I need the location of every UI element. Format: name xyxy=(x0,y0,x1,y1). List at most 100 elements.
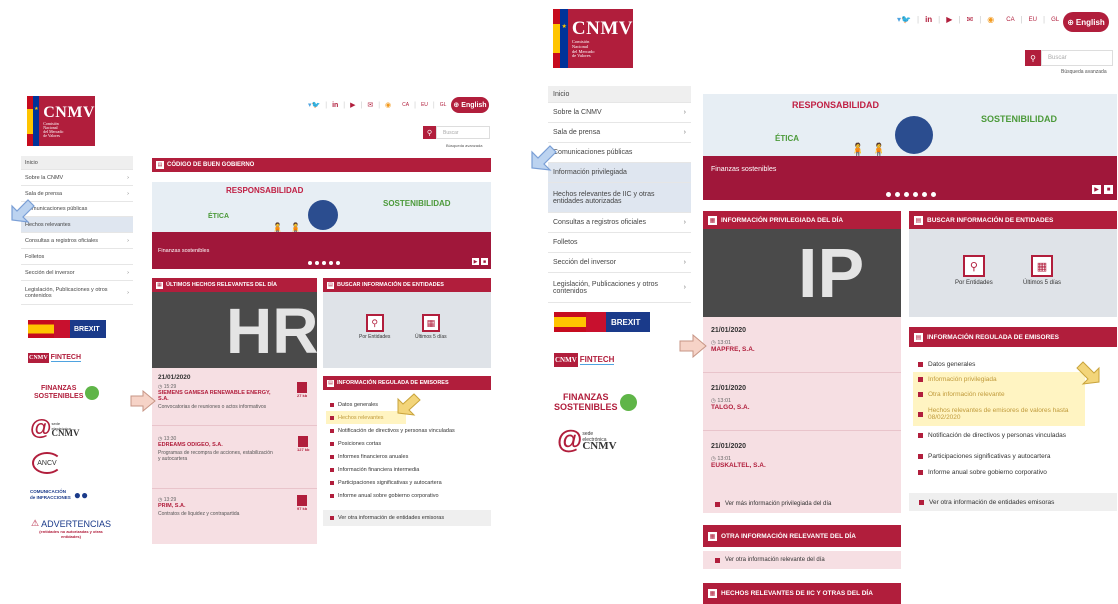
news-item[interactable]: ◷ 13:29 PRIM, S.A. Contratos de liquidez… xyxy=(152,489,317,541)
carousel-dots[interactable] xyxy=(886,192,936,197)
lang-ca[interactable]: CA xyxy=(402,102,409,108)
finanzas-sostenibles-logo[interactable]: FINANZAS SOSTENIBLES xyxy=(554,392,637,412)
play-icon[interactable]: ▶ xyxy=(1092,185,1101,194)
advertencias-logo[interactable]: ⚠ ADVERTENCIAS (entidades no autorizadas… xyxy=(30,518,112,539)
news-item[interactable]: 21/01/2020 ◷ 15:29 SIEMENS GAMESA RENEWA… xyxy=(152,368,317,426)
finanzas-sostenibles-logo[interactable]: FINANZAS SOSTENIBLES xyxy=(34,385,100,401)
reg-item[interactable]: Informe anual sobre gobierno corporativo xyxy=(913,464,1117,480)
news-item[interactable]: 21/01/2020 ◷ 13:01 EUSKALTEL, S.A. xyxy=(703,431,901,487)
reg-item[interactable]: Informe anual sobre gobierno corporativo xyxy=(326,489,491,502)
sidebar-item-comunicaciones[interactable]: Comunicaciones públicas xyxy=(21,202,133,217)
cnmv-logo[interactable]: ★ CNMV Comisión Nacional del Mercado de … xyxy=(27,96,95,146)
informacion-regulada-bar[interactable]: ▤ INFORMACIÓN REGULADA DE EMISORES xyxy=(323,376,491,390)
ultimos-5-dias-option[interactable]: ▦ Últimos 5 días xyxy=(1023,255,1061,286)
reg-item[interactable]: Participaciones significativas y autocar… xyxy=(913,448,1117,464)
linkedin-icon[interactable]: in xyxy=(332,102,338,109)
carousel-dots[interactable] xyxy=(308,261,340,265)
finanzas-banner[interactable]: RESPONSABILIDAD ÉTICA SOSTENIBILIDAD 🧍 🧍… xyxy=(152,182,491,269)
news-item[interactable]: 21/01/2020 ◷ 13:01 TALGO, S.A. xyxy=(703,373,901,431)
lang-eu[interactable]: EU xyxy=(1029,17,1037,23)
finanzas-banner[interactable]: RESPONSABILIDAD ÉTICA SOSTENIBILIDAD 🧍 🧍… xyxy=(703,94,1117,200)
pdf-download-icon[interactable]: 127 kb xyxy=(297,436,309,452)
sidebar-item-hechos-iic[interactable]: Hechos relevantes de IIC y otras entidad… xyxy=(548,183,691,213)
lang-ca[interactable]: CA xyxy=(1006,17,1014,23)
sidebar-item-folletos[interactable]: Folletos xyxy=(548,233,691,253)
mail-icon[interactable]: ✉ xyxy=(966,15,973,24)
mail-icon[interactable]: ✉ xyxy=(367,101,373,109)
sede-electronica-logo[interactable]: @ sede electrónica CNMV xyxy=(30,415,79,441)
reg-item[interactable]: Notificación de directivos y personas vi… xyxy=(326,424,491,437)
comunicacion-infracciones-logo[interactable]: COMUNICACIÓN de INFRACCIONES ●● xyxy=(30,488,88,502)
sidebar-item-folletos[interactable]: Folletos xyxy=(21,249,133,265)
search-input[interactable]: Buscar xyxy=(1041,50,1113,66)
sidebar-item-sobre[interactable]: Sobre la CNMV › xyxy=(548,103,691,123)
sidebar-item-inicio[interactable]: Inicio xyxy=(548,86,691,103)
ultimos-5-dias-option[interactable]: ▦ Últimos 5 días xyxy=(415,314,447,340)
pause-icon[interactable]: ■ xyxy=(481,258,488,265)
sidebar-item-consultas[interactable]: Consultas a registros oficiales › xyxy=(21,233,133,249)
advanced-search-link[interactable]: Búsqueda avanzada xyxy=(446,143,482,148)
youtube-icon[interactable]: ▶ xyxy=(946,15,952,24)
ver-otra-informacion-link[interactable]: Ver otra información de entidades emisor… xyxy=(909,493,1117,511)
sidebar-item-comunicaciones[interactable]: Comunicaciones públicas xyxy=(548,143,691,163)
reg-item[interactable]: Posiciones cortas xyxy=(326,437,491,450)
codigo-buen-gobierno-bar[interactable]: ▤ CÓDIGO DE BUEN GOBIERNO xyxy=(152,158,491,172)
youtube-icon[interactable]: ▶ xyxy=(350,101,355,109)
reg-item[interactable]: Participaciones significativas y autocar… xyxy=(326,476,491,489)
twitter-icon[interactable]: ▾🐦 xyxy=(897,15,911,24)
por-entidades-option[interactable]: ⚲ Por Entidades xyxy=(359,314,390,340)
sidebar-item-informacion-privilegiada[interactable]: Información privilegiada xyxy=(548,163,691,183)
search-button[interactable]: ⚲ xyxy=(423,126,436,139)
news-item[interactable]: ◷ 13:30 EDREAMS ODIGEO, S.A. Programas d… xyxy=(152,426,317,489)
english-button[interactable]: ⊕ English xyxy=(451,97,489,113)
reg-item[interactable]: Notificación de directivos y personas vi… xyxy=(913,426,1117,444)
reg-item[interactable]: Otra información relevante xyxy=(913,387,1085,402)
play-icon[interactable]: ▶ xyxy=(472,258,479,265)
fintech-logo[interactable]: CNMV FINTECH xyxy=(28,353,82,363)
sidebar-item-legislacion[interactable]: Legislación, Publicaciones y otros conte… xyxy=(21,281,133,305)
sidebar-item-inversor[interactable]: Sección del inversor › xyxy=(548,253,691,273)
ver-mas-privilegiada-link[interactable]: Ver más información privilegiada del día xyxy=(703,495,901,513)
lang-eu[interactable]: EU xyxy=(421,102,428,108)
sidebar-item-inversor[interactable]: Sección del inversor › xyxy=(21,265,133,281)
reg-item[interactable]: Informes financieros anuales xyxy=(326,450,491,463)
english-button[interactable]: ⊕ English xyxy=(1063,12,1109,32)
informacion-privilegiada-bar[interactable]: ▦ INFORMACIÓN PRIVILEGIADA DEL DÍA xyxy=(703,211,901,229)
sidebar-item-hechos[interactable]: Hechos relevantes xyxy=(21,217,133,233)
sidebar-item-sobre[interactable]: Sobre la CNMV › xyxy=(21,170,133,186)
pdf-download-icon[interactable]: 97 kb xyxy=(297,495,307,511)
sede-electronica-logo[interactable]: @ sede electrónica CNMV xyxy=(557,424,617,455)
fintech-logo[interactable]: CNMV FINTECH xyxy=(554,353,615,367)
ancv-logo[interactable]: ANCV xyxy=(32,452,62,474)
pdf-download-icon[interactable]: 27 kb xyxy=(297,382,307,398)
cnmv-logo[interactable]: ★ CNMV Comisión Nacional del Mercado de … xyxy=(553,9,633,68)
lang-gl[interactable]: GL xyxy=(440,102,447,108)
ver-otra-relevante-link[interactable]: Ver otra información relevante del día xyxy=(703,551,901,569)
advanced-search-link[interactable]: Búsqueda avanzada xyxy=(1061,69,1107,75)
sidebar-item-legislacion[interactable]: Legislación, Publicaciones y otros conte… xyxy=(548,273,691,303)
search-input[interactable]: Buscar xyxy=(436,126,490,139)
pause-icon[interactable]: ■ xyxy=(1104,185,1113,194)
informacion-regulada-bar[interactable]: ▤ INFORMACIÓN REGULADA DE EMISORES xyxy=(909,327,1117,347)
reg-item[interactable]: Hechos relevantes xyxy=(326,411,406,424)
linkedin-icon[interactable]: in xyxy=(925,15,932,24)
ver-otra-informacion-link[interactable]: Ver otra información de entidades emisor… xyxy=(323,510,491,526)
sidebar-item-sala[interactable]: Sala de prensa › xyxy=(21,186,133,202)
brexit-banner[interactable]: BREXIT xyxy=(554,312,650,332)
reg-item[interactable]: Información financiera intermedia xyxy=(326,463,491,476)
reg-item[interactable]: Hechos relevantes de emisores de valores… xyxy=(913,402,1085,426)
hechos-iic-bar[interactable]: ▦ HECHOS RELEVANTES DE IIC Y OTRAS DEL D… xyxy=(703,583,901,604)
sidebar-item-inicio[interactable]: Inicio xyxy=(21,156,133,170)
buscar-entidades-bar[interactable]: ▤ BUSCAR INFORMACIÓN DE ENTIDADES xyxy=(323,278,491,292)
lang-gl[interactable]: GL xyxy=(1051,17,1059,23)
buscar-entidades-bar[interactable]: ▤ BUSCAR INFORMACIÓN DE ENTIDADES xyxy=(909,211,1117,229)
twitter-icon[interactable]: ▾🐦 xyxy=(308,101,320,109)
news-item[interactable]: 21/01/2020 ◷ 13:01 MAPFRE, S.A. xyxy=(703,317,901,373)
brexit-banner[interactable]: BREXIT xyxy=(28,320,106,338)
rss-icon[interactable]: ◉ xyxy=(987,15,994,24)
reg-item[interactable]: Información privilegiada xyxy=(913,372,1085,387)
por-entidades-option[interactable]: ⚲ Por Entidades xyxy=(955,255,993,286)
search-button[interactable]: ⚲ xyxy=(1025,50,1041,66)
rss-icon[interactable]: ◉ xyxy=(385,101,391,109)
sidebar-item-consultas[interactable]: Consultas a registros oficiales › xyxy=(548,213,691,233)
